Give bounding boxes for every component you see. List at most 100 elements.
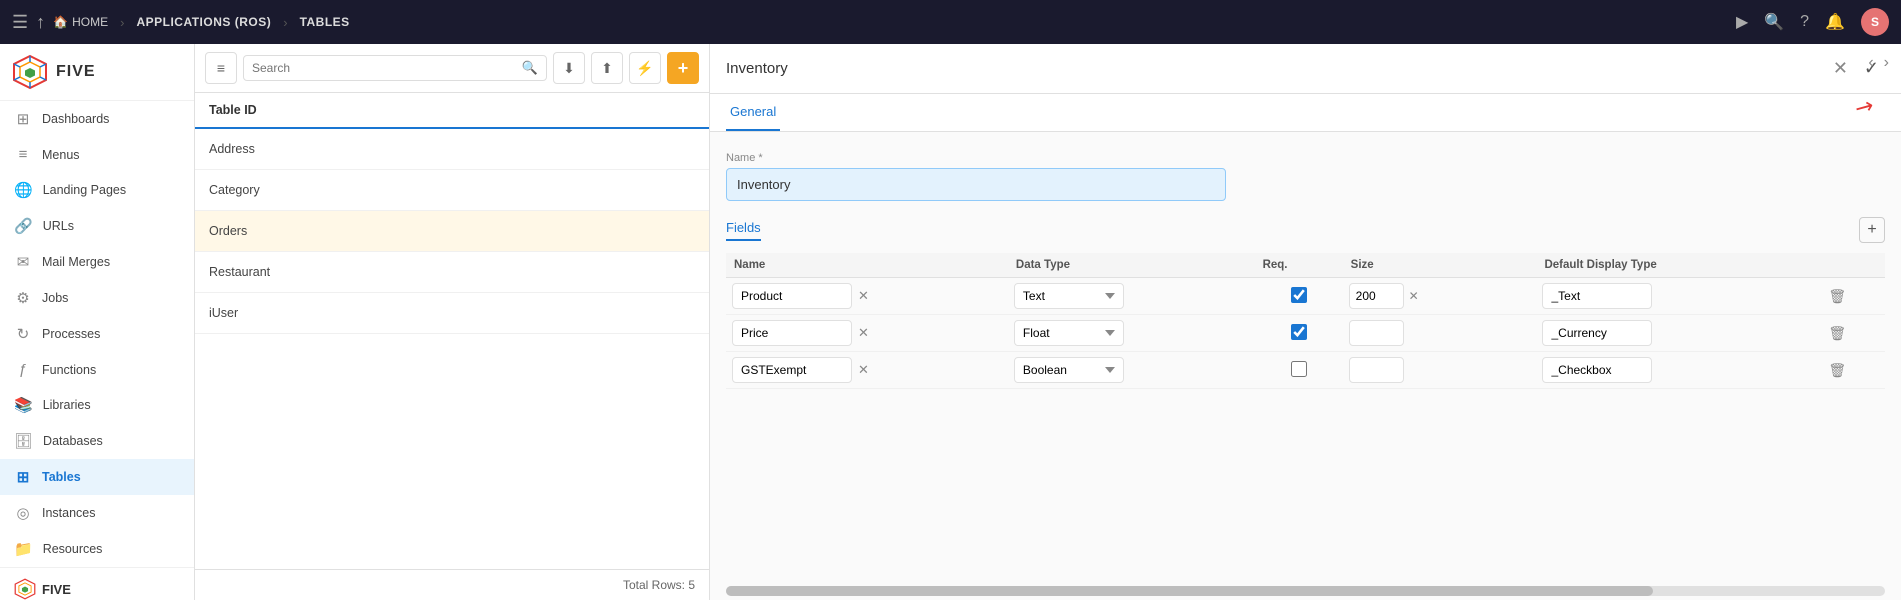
field-delete-button[interactable]: 🗑 — [1824, 360, 1850, 381]
list-item[interactable]: Restaurant — [195, 252, 709, 293]
sidebar-item-mail-merges[interactable]: ✉ Mail Merges — [0, 244, 194, 280]
sidebar-item-tables[interactable]: ⊞ Tables — [0, 459, 194, 495]
menu-icon[interactable]: ☰ — [12, 12, 28, 33]
search-icon[interactable]: 🔍 — [1764, 12, 1784, 32]
field-display-type-input[interactable] — [1542, 357, 1652, 383]
help-icon[interactable]: ? — [1800, 13, 1809, 31]
fields-section: Fields + Name Data Type Req. Size Defaul… — [726, 217, 1885, 389]
sidebar-item-landing-pages[interactable]: 🌐 Landing Pages — [0, 172, 194, 208]
main-layout: FIVE ⊞ Dashboards ≡ Menus 🌐 Landing Page… — [0, 44, 1901, 600]
field-delete-cell: 🗑 — [1818, 278, 1885, 315]
sidebar-item-processes[interactable]: ↻ Processes — [0, 316, 194, 352]
field-display-cell — [1536, 315, 1818, 352]
field-req-checkbox[interactable] — [1291, 361, 1307, 377]
sidebar-item-urls[interactable]: 🔗 URLs — [0, 208, 194, 244]
play-icon[interactable]: ▶ — [1736, 12, 1748, 32]
list-item[interactable]: iUser — [195, 293, 709, 334]
instances-icon: ◎ — [14, 504, 32, 522]
table-row: ✕ Text Float Boolean Integer — [726, 278, 1885, 315]
fields-table: Name Data Type Req. Size Default Display… — [726, 253, 1885, 389]
upload-button[interactable]: ⬆ — [591, 52, 623, 84]
field-name-clear-button[interactable]: ✕ — [856, 360, 871, 380]
col-header-datatype: Data Type — [1008, 253, 1255, 278]
filter-button[interactable]: ≡ — [205, 52, 237, 84]
field-delete-cell: 🗑 — [1818, 315, 1885, 352]
sidebar-item-libraries[interactable]: 📚 Libraries — [0, 387, 194, 423]
field-req-cell — [1255, 352, 1343, 389]
field-display-cell — [1536, 352, 1818, 389]
download-button[interactable]: ⬇ — [553, 52, 585, 84]
tab-general[interactable]: General — [726, 94, 780, 131]
avatar[interactable]: S — [1861, 8, 1889, 36]
add-table-button[interactable]: + — [667, 52, 699, 84]
field-size-cell — [1343, 352, 1537, 389]
field-req-cell — [1255, 315, 1343, 352]
sidebar-item-databases[interactable]: 🗄 Databases — [0, 423, 194, 459]
sidebar-item-jobs[interactable]: ⚙ Jobs — [0, 280, 194, 316]
add-field-button[interactable]: + — [1859, 217, 1885, 243]
list-item[interactable]: Category — [195, 170, 709, 211]
field-name-clear-button[interactable]: ✕ — [856, 286, 871, 306]
sidebar-item-functions[interactable]: ƒ Functions — [0, 352, 194, 387]
field-name-input[interactable] — [732, 320, 852, 346]
field-name-input[interactable] — [732, 283, 852, 309]
col-header-display: Default Display Type — [1536, 253, 1818, 278]
detail-scrollbar[interactable] — [726, 586, 1885, 596]
field-size-input[interactable] — [1349, 320, 1404, 346]
next-button[interactable]: › — [1880, 52, 1893, 74]
sidebar-item-menus[interactable]: ≡ Menus — [0, 137, 194, 172]
search-input[interactable] — [252, 61, 516, 75]
bell-icon[interactable]: 🔔 — [1825, 12, 1845, 32]
home-label: HOME — [72, 15, 108, 29]
field-name-input[interactable] — [732, 357, 852, 383]
col-header-del — [1818, 253, 1885, 278]
field-req-cell — [1255, 278, 1343, 315]
sidebar-item-label: Mail Merges — [42, 255, 110, 269]
field-delete-button[interactable]: 🗑 — [1824, 323, 1850, 344]
sidebar-bottom-logo-text: FIVE — [42, 582, 71, 597]
field-type-select[interactable]: Text Float Boolean Integer Date — [1014, 283, 1124, 309]
field-size-input[interactable] — [1349, 283, 1404, 309]
urls-icon: 🔗 — [14, 217, 33, 235]
tables-breadcrumb[interactable]: TABLES — [300, 15, 350, 29]
app-breadcrumb[interactable]: APPLICATIONS (ROS) — [136, 15, 271, 29]
field-display-type-input[interactable] — [1542, 283, 1652, 309]
field-name-clear-button[interactable]: ✕ — [856, 323, 871, 343]
field-type-select[interactable]: Text Float Boolean Integer Date — [1014, 320, 1124, 346]
table-list-header: Table ID — [195, 93, 709, 129]
name-input[interactable] — [726, 168, 1226, 201]
field-display-type-input[interactable] — [1542, 320, 1652, 346]
sidebar-item-instances[interactable]: ◎ Instances — [0, 495, 194, 531]
resources-icon: 📁 — [14, 540, 33, 558]
landing-pages-icon: 🌐 — [14, 181, 33, 199]
detail-header: Inventory ✕ ✓ — [710, 44, 1901, 94]
detail-close-button[interactable]: ✕ — [1827, 56, 1854, 81]
prev-button[interactable]: ‹ — [1864, 52, 1877, 74]
home-nav[interactable]: 🏠 HOME — [53, 15, 108, 29]
breadcrumb-sep-1: › — [120, 15, 124, 30]
tables-icon: ⊞ — [14, 468, 32, 486]
field-type-select[interactable]: Text Float Boolean Integer Date — [1014, 357, 1124, 383]
sidebar-item-label: URLs — [43, 219, 74, 233]
flash-button[interactable]: ⚡ — [629, 52, 661, 84]
sidebar-item-label: Databases — [43, 434, 103, 448]
libraries-icon: 📚 — [14, 396, 33, 414]
field-size-input[interactable] — [1349, 357, 1404, 383]
up-icon[interactable]: ↑ — [36, 12, 45, 33]
fields-label: Fields — [726, 220, 761, 241]
five-logo-icon — [12, 54, 48, 90]
field-size-clear-button[interactable]: ✕ — [1406, 288, 1422, 304]
field-display-cell — [1536, 278, 1818, 315]
home-icon: 🏠 — [53, 15, 68, 29]
field-req-checkbox[interactable] — [1291, 324, 1307, 340]
list-item[interactable]: Orders — [195, 211, 709, 252]
field-req-checkbox[interactable] — [1291, 287, 1307, 303]
sidebar-item-dashboards[interactable]: ⊞ Dashboards — [0, 101, 194, 137]
list-item[interactable]: Address — [195, 129, 709, 170]
top-navigation: ☰ ↑ 🏠 HOME › APPLICATIONS (ROS) › TABLES… — [0, 0, 1901, 44]
sidebar-item-label: Tables — [42, 470, 81, 484]
detail-panel: Inventory ✕ ✓ ‹ › ↗ General Name * — [710, 44, 1901, 600]
field-delete-button[interactable]: 🗑 — [1824, 286, 1850, 307]
menus-icon: ≡ — [14, 146, 32, 163]
sidebar-item-resources[interactable]: 📁 Resources — [0, 531, 194, 567]
